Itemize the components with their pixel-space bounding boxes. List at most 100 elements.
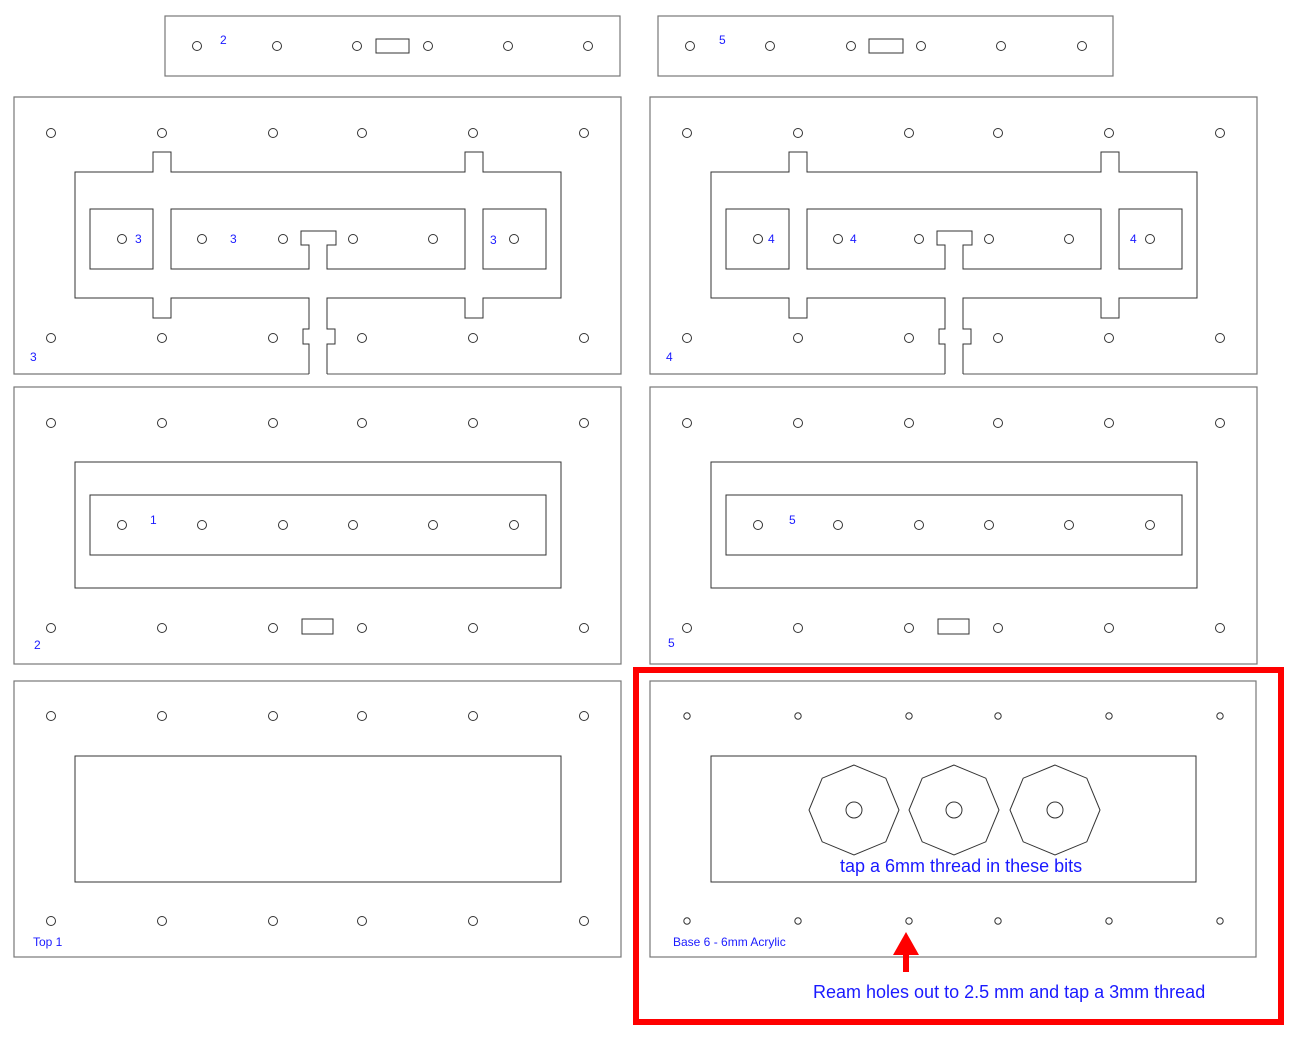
part-label: 4 [768, 232, 775, 246]
mounting-hole [46, 333, 56, 343]
frame-cutout [74, 755, 562, 883]
strip-panel-right: 5 [657, 15, 1114, 77]
highlight-box [633, 667, 1284, 1025]
mounting-hole [278, 234, 288, 244]
part-label: 4 [850, 232, 857, 246]
mounting-hole [1064, 234, 1074, 244]
mounting-hole [357, 418, 367, 428]
mounting-hole [904, 333, 914, 343]
mounting-hole [1215, 128, 1225, 138]
mounting-hole [46, 128, 56, 138]
mounting-hole [272, 41, 282, 51]
mounting-hole [753, 234, 763, 244]
part-label: 5 [789, 513, 796, 527]
mounting-hole [994, 712, 1002, 720]
mounting-hole [348, 520, 358, 530]
mounting-hole [268, 711, 278, 721]
mounting-hole [1105, 712, 1113, 720]
window-left [89, 208, 154, 270]
mounting-hole [1105, 917, 1113, 925]
mounting-hole [1077, 41, 1087, 51]
mounting-hole [579, 418, 589, 428]
mounting-hole [468, 623, 478, 633]
part-label: 2 [220, 33, 227, 47]
mounting-hole [793, 623, 803, 633]
mounting-hole [157, 333, 167, 343]
slot [868, 38, 904, 54]
mounting-hole [357, 711, 367, 721]
mounting-hole [904, 623, 914, 633]
mounting-hole [157, 418, 167, 428]
part-label: Top 1 [33, 935, 63, 949]
mounting-hole [833, 520, 843, 530]
mounting-hole [579, 916, 589, 926]
frame-cutout [710, 461, 1198, 589]
mounting-hole [914, 234, 924, 244]
mounting-hole [905, 712, 913, 720]
mounting-hole [682, 128, 692, 138]
mounting-hole [46, 418, 56, 428]
slot [375, 38, 410, 54]
frame-cutout [710, 151, 1198, 374]
laser-cut-drawing: 2 5 3 3 3 3 4 4 4 4 1 2 5 5 Top 1 tap a … [13, 15, 1284, 1025]
part-label: 4 [666, 350, 673, 364]
mounting-hole [683, 712, 691, 720]
octagon-insert [808, 764, 900, 856]
mounting-hole [794, 712, 802, 720]
mounting-hole [357, 916, 367, 926]
mounting-hole [579, 623, 589, 633]
mounting-hole [357, 333, 367, 343]
part-label: 4 [1130, 232, 1137, 246]
mounting-hole [1104, 333, 1114, 343]
inner-window [89, 494, 547, 556]
mounting-hole [753, 520, 763, 530]
window-middle [170, 208, 466, 270]
mounting-hole [682, 418, 692, 428]
panel-5: 5 5 [649, 386, 1258, 665]
mounting-hole [46, 916, 56, 926]
mounting-hole [1046, 801, 1064, 819]
mounting-hole [845, 801, 863, 819]
mounting-hole [984, 520, 994, 530]
mounting-hole [793, 333, 803, 343]
mounting-hole [945, 801, 963, 819]
mounting-hole [357, 128, 367, 138]
part-label: 3 [135, 232, 142, 246]
mounting-hole [46, 623, 56, 633]
octagon-insert [1009, 764, 1101, 856]
mounting-hole [994, 917, 1002, 925]
frame-cutout [74, 151, 562, 374]
mounting-hole [993, 128, 1003, 138]
part-label: Base 6 - 6mm Acrylic [673, 935, 786, 949]
mounting-hole [268, 333, 278, 343]
mounting-hole [1216, 917, 1224, 925]
mounting-hole [793, 418, 803, 428]
mounting-hole [268, 418, 278, 428]
mounting-hole [1104, 623, 1114, 633]
mounting-hole [468, 128, 478, 138]
mounting-hole [468, 333, 478, 343]
mounting-hole [468, 711, 478, 721]
red-arrow-icon [893, 932, 919, 972]
mounting-hole [846, 41, 856, 51]
mounting-hole [1064, 520, 1074, 530]
mounting-hole [833, 234, 843, 244]
mounting-hole [916, 41, 926, 51]
mounting-hole [1145, 520, 1155, 530]
mounting-hole [793, 128, 803, 138]
slot [937, 618, 970, 635]
panel-top-1: Top 1 [13, 680, 622, 958]
mounting-hole [509, 234, 519, 244]
mounting-hole [682, 333, 692, 343]
mounting-hole [157, 128, 167, 138]
mounting-hole [579, 128, 589, 138]
mounting-hole [583, 41, 593, 51]
part-label: 2 [34, 638, 41, 652]
part-label: 5 [719, 33, 726, 47]
mounting-hole [468, 418, 478, 428]
mounting-hole [765, 41, 775, 51]
mounting-hole [117, 234, 127, 244]
mounting-hole [352, 41, 362, 51]
mounting-hole [794, 917, 802, 925]
mounting-hole [1215, 623, 1225, 633]
